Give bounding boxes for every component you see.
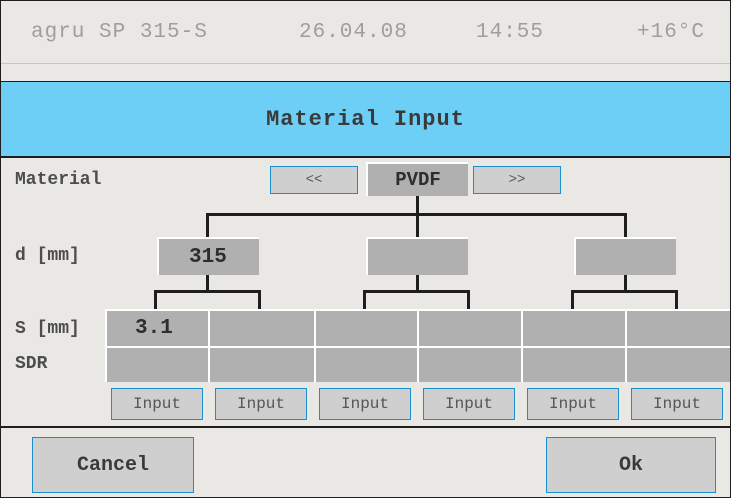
wall-field-6[interactable] [625, 309, 730, 346]
status-temperature: +16°C [637, 21, 706, 44]
sdr-field-1[interactable] [105, 346, 208, 382]
status-time: 14:55 [476, 21, 545, 44]
tree-line [363, 290, 366, 310]
status-date: 26.04.08 [299, 21, 408, 44]
page-title: Material Input [266, 106, 465, 132]
status-gap [1, 64, 730, 82]
material-prev-button[interactable]: << [270, 166, 358, 194]
tree-line [624, 213, 627, 237]
diameter-label: d [mm] [15, 246, 80, 266]
device-screen: agru SP 315-S 26.04.08 14:55 +16°C Mater… [0, 0, 731, 498]
wall-field-5[interactable] [521, 309, 625, 346]
material-value: PVDF [366, 162, 468, 196]
tree-line [206, 213, 209, 237]
tree-line [154, 290, 157, 310]
sdr-field-3[interactable] [314, 346, 417, 382]
status-bar: agru SP 315-S 26.04.08 14:55 +16°C [1, 1, 730, 64]
wall-label: S [mm] [15, 319, 80, 339]
sdr-field-4[interactable] [417, 346, 521, 382]
tree-line [675, 290, 678, 310]
tree-line [258, 290, 261, 310]
input-button-5[interactable]: Input [527, 388, 619, 420]
tree-line [416, 213, 419, 237]
diameter-field-2[interactable] [366, 237, 468, 275]
diameter-field-1[interactable]: 315 [157, 237, 259, 275]
input-button-2[interactable]: Input [215, 388, 307, 420]
wall-field-4[interactable] [417, 309, 521, 346]
cancel-button[interactable]: Cancel [32, 437, 194, 493]
wall-field-1[interactable]: 3.1 [105, 309, 208, 346]
diameter-field-3[interactable] [574, 237, 676, 275]
ok-button[interactable]: Ok [546, 437, 716, 493]
sdr-label: SDR [15, 354, 48, 374]
tree-line [467, 290, 470, 310]
input-button-4[interactable]: Input [423, 388, 515, 420]
tree-line [363, 290, 470, 293]
sdr-field-2[interactable] [208, 346, 314, 382]
input-button-3[interactable]: Input [319, 388, 411, 420]
wall-field-2[interactable] [208, 309, 314, 346]
footer-divider [1, 426, 730, 428]
device-model: agru SP 315-S [31, 21, 208, 44]
input-button-6[interactable]: Input [631, 388, 723, 420]
sdr-field-5[interactable] [521, 346, 625, 382]
material-label: Material [15, 170, 102, 190]
title-bar: Material Input [1, 82, 730, 158]
tree-line [154, 290, 261, 293]
tree-line [416, 196, 419, 214]
material-next-button[interactable]: >> [473, 166, 561, 194]
input-button-1[interactable]: Input [111, 388, 203, 420]
wall-field-3[interactable] [314, 309, 417, 346]
sdr-field-6[interactable] [625, 346, 730, 382]
tree-line [571, 290, 678, 293]
tree-line [571, 290, 574, 310]
